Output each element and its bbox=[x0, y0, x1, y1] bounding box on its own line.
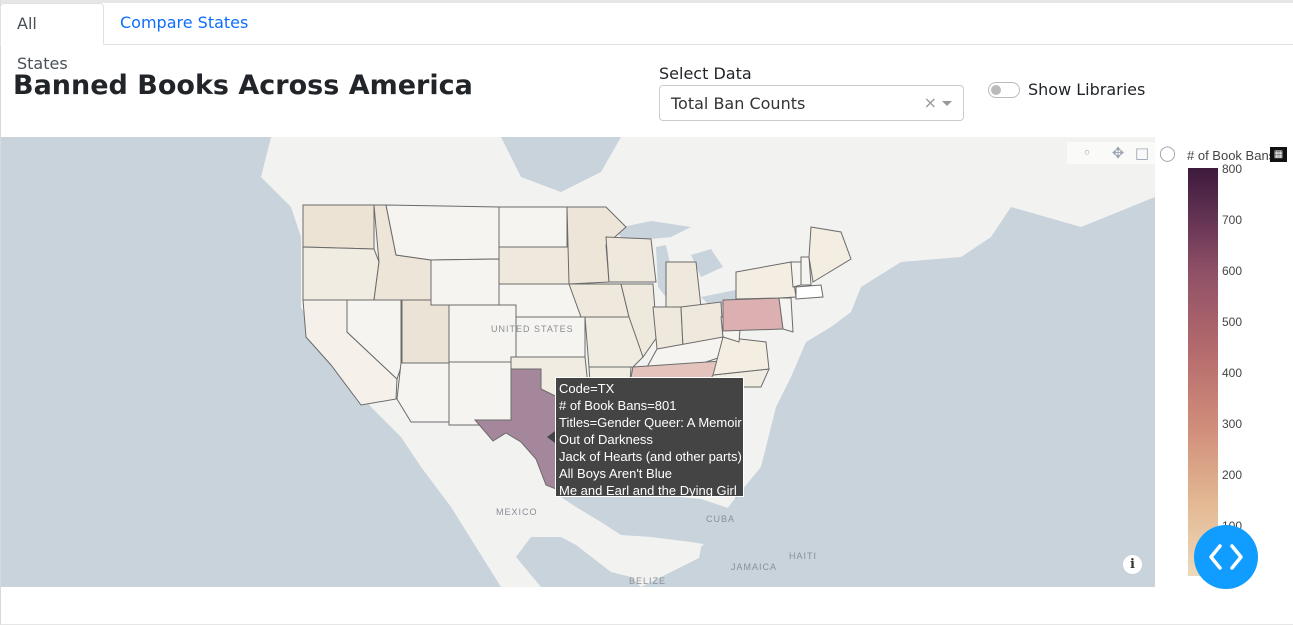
state-wa bbox=[302, 204, 375, 250]
lasso-icon[interactable]: ◯ bbox=[1159, 145, 1176, 161]
state-wy bbox=[430, 258, 500, 306]
clear-icon[interactable]: × bbox=[924, 93, 937, 112]
code-brackets-icon bbox=[1209, 544, 1243, 570]
state-mi bbox=[665, 261, 702, 308]
colorbar bbox=[1188, 168, 1218, 576]
tooltip-titles: Titles=Gender Queer: A Memoir bbox=[559, 415, 742, 430]
colorbar-toggle-icon[interactable]: ▦ bbox=[1270, 147, 1287, 162]
select-data-dropdown[interactable]: Total Ban Counts × bbox=[659, 85, 964, 121]
show-libraries-label: Show Libraries bbox=[1028, 80, 1146, 99]
pan-icon[interactable]: ✥ bbox=[1110, 145, 1126, 161]
label-cuba: CUBA bbox=[706, 514, 735, 524]
show-libraries-toggle[interactable] bbox=[988, 82, 1020, 98]
state-vt bbox=[790, 261, 802, 288]
colorbar-tick: 500 bbox=[1222, 315, 1243, 329]
label-united-states: UNITED STATES bbox=[491, 324, 574, 334]
hover-tooltip: Code=TX # of Book Bans=801 Titles=Gender… bbox=[555, 377, 744, 498]
select-data-value: Total Ban Counts bbox=[671, 94, 806, 113]
box-select-icon[interactable]: □ bbox=[1134, 145, 1150, 161]
tooltip-title-4: All Boys Aren't Blue bbox=[559, 466, 673, 481]
colorbar-tick: 700 bbox=[1222, 213, 1243, 227]
state-mt bbox=[385, 204, 500, 261]
page-title: Banned Books Across America bbox=[13, 70, 473, 101]
tooltip-code: Code=TX bbox=[559, 381, 615, 396]
tooltip-title-3: Jack of Hearts (and other parts) bbox=[559, 449, 742, 464]
state-wi bbox=[605, 236, 657, 283]
state-nd bbox=[498, 206, 568, 248]
state-ma bbox=[795, 284, 824, 300]
code-toggle-button[interactable] bbox=[1194, 525, 1258, 589]
state-ut bbox=[401, 299, 450, 364]
label-belize: BELIZE bbox=[629, 576, 666, 586]
label-haiti: HAITI bbox=[789, 551, 817, 561]
label-mexico: MEXICO bbox=[496, 507, 538, 517]
state-or bbox=[302, 246, 380, 301]
plot-modebar: ◦ ✥ □ bbox=[1067, 142, 1155, 164]
chevron-down-icon[interactable] bbox=[942, 101, 952, 106]
colorbar-tick: 200 bbox=[1222, 468, 1243, 482]
select-data-label: Select Data bbox=[659, 64, 752, 83]
tooltip-bans: # of Book Bans=801 bbox=[559, 398, 677, 413]
colorbar-tick: 600 bbox=[1222, 264, 1243, 278]
colorbar-tick: 300 bbox=[1222, 417, 1243, 431]
state-va bbox=[712, 336, 770, 376]
state-pa bbox=[722, 297, 784, 332]
tab-compare-states[interactable]: Compare States bbox=[104, 3, 264, 45]
colorbar-tick: 400 bbox=[1222, 366, 1243, 380]
colorbar-tick: 800 bbox=[1222, 162, 1243, 176]
map-info-button[interactable]: i bbox=[1123, 555, 1142, 574]
camera-icon[interactable]: ◦ bbox=[1079, 145, 1095, 161]
choropleth-map[interactable]: UNITED STATES MEXICO CUBA HAITI JAMAICA … bbox=[1, 137, 1155, 587]
state-nm bbox=[448, 361, 512, 426]
state-sd bbox=[498, 246, 570, 285]
tooltip-arrow bbox=[547, 431, 555, 443]
tooltip-title-2: Out of Darkness bbox=[559, 432, 653, 447]
label-jamaica: JAMAICA bbox=[731, 562, 777, 572]
colorbar-title: # of Book Bans bbox=[1187, 148, 1271, 163]
state-ks bbox=[515, 316, 586, 358]
tab-all-states[interactable]: All States bbox=[0, 3, 104, 73]
toggle-knob bbox=[991, 85, 1001, 95]
state-in bbox=[652, 306, 684, 350]
tooltip-title-5: Me and Earl and the Dying Girl bbox=[559, 483, 737, 498]
tab-bar: All States Compare States bbox=[0, 3, 1293, 73]
